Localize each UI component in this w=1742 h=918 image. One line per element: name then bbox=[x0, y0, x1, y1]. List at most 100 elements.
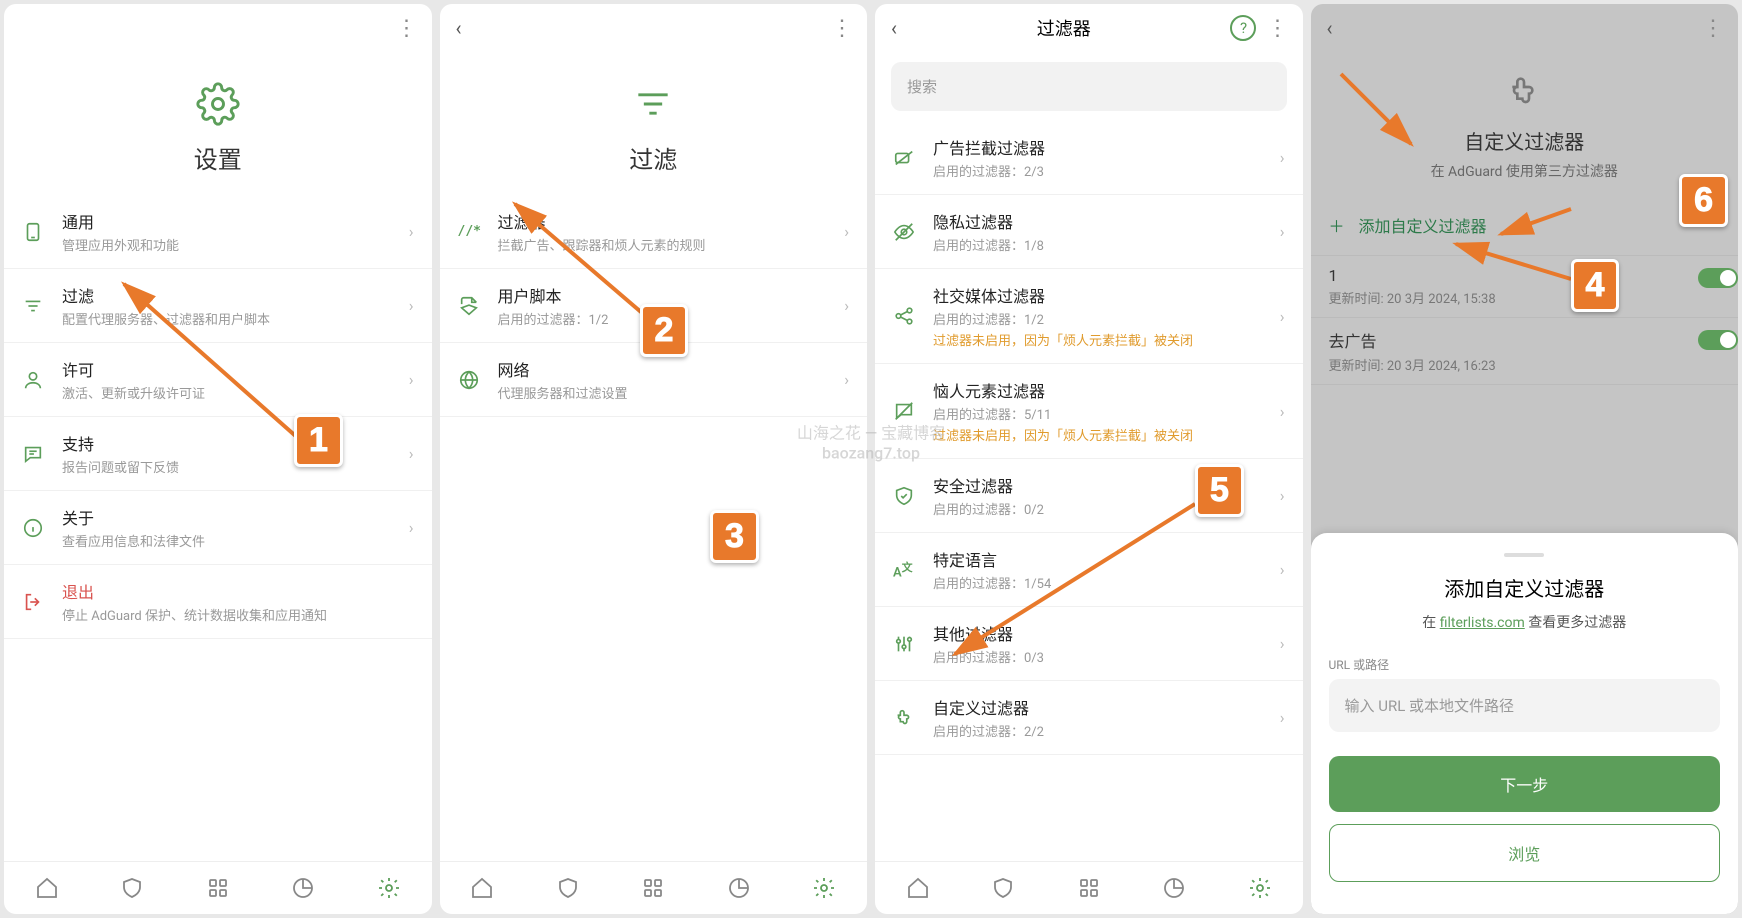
chevron-right-icon: › bbox=[1280, 560, 1285, 579]
chevron-right-icon: › bbox=[409, 222, 414, 241]
row-about[interactable]: 关于查看应用信息和法律文件 › bbox=[4, 491, 432, 565]
filter-item-2[interactable]: 去广告 更新时间: 20 3月 2024, 16:23 bbox=[1311, 318, 1739, 385]
more-icon[interactable]: ⋮ bbox=[396, 16, 416, 41]
chevron-right-icon: › bbox=[844, 370, 849, 389]
row-privacy[interactable]: 隐私过滤器启用的过滤器：1/8 › bbox=[875, 195, 1303, 269]
top-bar: ‹ ⋮ bbox=[1311, 4, 1739, 52]
bottom-nav bbox=[875, 861, 1303, 914]
watermark: 山海之花 — 宝藏博客 baozang7.top bbox=[797, 419, 945, 462]
row-filters[interactable]: //* 过滤器拦截广告、跟踪器和烦人元素的规则 › bbox=[440, 195, 868, 269]
chevron-right-icon: › bbox=[1280, 486, 1285, 505]
more-icon[interactable]: ⋮ bbox=[831, 16, 851, 41]
nav-apps-icon[interactable] bbox=[1077, 876, 1101, 900]
nav-home-icon[interactable] bbox=[470, 876, 494, 900]
adblock-icon bbox=[893, 147, 917, 169]
step-badge-5: 5 bbox=[1195, 464, 1244, 517]
user-icon bbox=[22, 369, 46, 391]
back-icon[interactable]: ‹ bbox=[891, 16, 897, 40]
info-icon bbox=[22, 517, 46, 539]
toggle-on[interactable] bbox=[1698, 330, 1738, 350]
puzzle-icon bbox=[1504, 72, 1544, 112]
nav-settings-icon[interactable] bbox=[812, 876, 836, 900]
nav-settings-icon[interactable] bbox=[1248, 876, 1272, 900]
sheet-handle[interactable] bbox=[1504, 553, 1544, 557]
chevron-right-icon: › bbox=[1280, 708, 1285, 727]
row-exit[interactable]: 退出停止 AdGuard 保护、统计数据收集和应用通知 bbox=[4, 565, 432, 639]
row-general[interactable]: 通用管理应用外观和功能 › bbox=[4, 195, 432, 269]
chevron-right-icon: › bbox=[1280, 148, 1285, 167]
nav-apps-icon[interactable] bbox=[206, 876, 230, 900]
more-icon[interactable]: ⋮ bbox=[1266, 16, 1286, 41]
filter-item-1[interactable]: 1 更新时间: 20 3月 2024, 15:38 bbox=[1311, 256, 1739, 318]
hero: 过滤 bbox=[440, 52, 868, 195]
chevron-right-icon: › bbox=[844, 222, 849, 241]
chevron-right-icon: › bbox=[409, 370, 414, 389]
chat-icon bbox=[22, 443, 46, 465]
row-social[interactable]: 社交媒体过滤器启用的过滤器：1/2过滤器未启用，因为「烦人元素拦截」被关闭 › bbox=[875, 269, 1303, 364]
panel-custom: ‹ ⋮ 自定义过滤器 在 AdGuard 使用第三方过滤器 ＋ 添加自定义过滤器… bbox=[1311, 4, 1739, 914]
hero: 设置 bbox=[4, 52, 432, 195]
bottom-nav bbox=[440, 861, 868, 914]
top-bar: ‹ 过滤器 ?⋮ bbox=[875, 4, 1303, 52]
puzzle-icon bbox=[893, 707, 917, 729]
nav-home-icon[interactable] bbox=[906, 876, 930, 900]
more-icon[interactable]: ⋮ bbox=[1702, 16, 1722, 41]
plus-icon: ＋ bbox=[1329, 213, 1345, 237]
back-icon[interactable]: ‹ bbox=[456, 16, 462, 40]
regex-icon: //* bbox=[458, 224, 482, 239]
top-bar: ⋮ bbox=[4, 4, 432, 52]
language-icon: A文 bbox=[893, 559, 917, 580]
row-support[interactable]: 支持报告问题或留下反馈 › bbox=[4, 417, 432, 491]
page-title: 设置 bbox=[194, 140, 242, 175]
row-license[interactable]: 许可激活、更新或升级许可证 › bbox=[4, 343, 432, 417]
field-label: URL 或路径 bbox=[1329, 656, 1721, 673]
browse-button[interactable]: 浏览 bbox=[1329, 824, 1721, 882]
step-badge-2: 2 bbox=[640, 304, 689, 357]
add-custom-filter[interactable]: ＋ 添加自定义过滤器 bbox=[1311, 195, 1739, 256]
sliders-icon bbox=[893, 633, 917, 655]
toggle-on[interactable] bbox=[1698, 268, 1738, 288]
nav-stats-icon[interactable] bbox=[727, 876, 751, 900]
chevron-right-icon: › bbox=[409, 518, 414, 537]
help-icon[interactable]: ? bbox=[1230, 15, 1256, 41]
chevron-right-icon: › bbox=[844, 296, 849, 315]
back-icon[interactable]: ‹ bbox=[1327, 16, 1333, 40]
shield-icon bbox=[893, 485, 917, 507]
top-bar: ‹ ⋮ bbox=[440, 4, 868, 52]
row-custom[interactable]: 自定义过滤器启用的过滤器：2/2 › bbox=[875, 681, 1303, 755]
chevron-right-icon: › bbox=[1280, 402, 1285, 421]
step-badge-3: 3 bbox=[710, 510, 759, 563]
next-button[interactable]: 下一步 bbox=[1329, 756, 1721, 812]
chevron-right-icon: › bbox=[1280, 634, 1285, 653]
globe-icon bbox=[458, 369, 482, 391]
row-adblock[interactable]: 广告拦截过滤器启用的过滤器：2/3 › bbox=[875, 121, 1303, 195]
row-language[interactable]: A文 特定语言启用的过滤器：1/54 › bbox=[875, 533, 1303, 607]
row-filtering[interactable]: 过滤配置代理服务器、过滤器和用户脚本 › bbox=[4, 269, 432, 343]
chevron-right-icon: › bbox=[409, 444, 414, 463]
nav-shield-icon[interactable] bbox=[556, 876, 580, 900]
chevron-right-icon: › bbox=[1280, 307, 1285, 326]
search-input[interactable]: 搜索 bbox=[891, 62, 1287, 111]
nav-shield-icon[interactable] bbox=[120, 876, 144, 900]
nav-home-icon[interactable] bbox=[35, 876, 59, 900]
nav-apps-icon[interactable] bbox=[641, 876, 665, 900]
nav-stats-icon[interactable] bbox=[1162, 876, 1186, 900]
filter-hero-icon bbox=[631, 82, 675, 126]
nav-shield-icon[interactable] bbox=[991, 876, 1015, 900]
filterlists-link[interactable]: filterlists.com bbox=[1440, 615, 1525, 631]
exit-icon bbox=[22, 591, 46, 613]
panel-settings: ⋮ 设置 通用管理应用外观和功能 › 过滤配置代理服务器、过滤器和用户脚本 › … bbox=[4, 4, 432, 914]
phone-icon bbox=[22, 221, 46, 243]
nav-settings-icon[interactable] bbox=[377, 876, 401, 900]
gear-icon bbox=[196, 82, 240, 126]
step-badge-1: 1 bbox=[294, 414, 343, 467]
row-other[interactable]: 其他过滤器启用的过滤器：0/3 › bbox=[875, 607, 1303, 681]
step-badge-6: 6 bbox=[1679, 174, 1728, 227]
nav-stats-icon[interactable] bbox=[291, 876, 315, 900]
url-input[interactable]: 输入 URL 或本地文件路径 bbox=[1329, 679, 1721, 732]
filter-icon bbox=[22, 295, 46, 317]
sheet-title: 添加自定义过滤器 bbox=[1329, 573, 1721, 602]
page-title: 自定义过滤器 bbox=[1464, 126, 1584, 155]
hero: 自定义过滤器 在 AdGuard 使用第三方过滤器 bbox=[1311, 52, 1739, 195]
page-title: 过滤 bbox=[629, 140, 677, 175]
